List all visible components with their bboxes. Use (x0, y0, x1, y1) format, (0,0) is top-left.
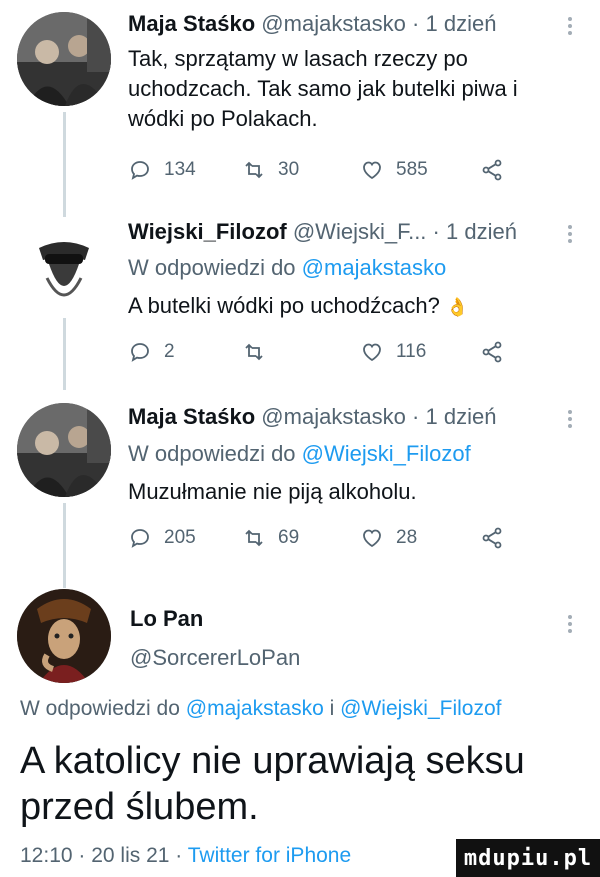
retweet-icon (245, 343, 263, 361)
separator: · (432, 219, 446, 244)
thread-line (63, 503, 66, 588)
more-icon[interactable] (568, 222, 574, 246)
tweet-client[interactable]: Twitter for iPhone (188, 844, 351, 867)
heart-icon (363, 161, 381, 180)
reply-icon (131, 343, 149, 362)
avatar[interactable] (17, 403, 111, 497)
tweet-metadata: 12:10 · 20 lis 21 · Twitter for iPhone (20, 844, 352, 867)
share-button[interactable] (480, 337, 504, 367)
reply-count: 205 (164, 527, 196, 548)
tweet-date[interactable]: 20 lis 21 (91, 844, 169, 867)
retweet-count: 30 (278, 159, 300, 180)
tweet-time[interactable]: 1 dzień (446, 219, 517, 244)
reply-prefix: W odpowiedzi do (128, 441, 296, 466)
like-count: 585 (396, 159, 428, 180)
tweet-text: Muzułmanie nie piją alkoholu. (128, 479, 417, 504)
more-icon[interactable] (568, 407, 574, 431)
main-tweet-text: A katolicy nie uprawiają seksu przed ślu… (20, 740, 525, 828)
reply-conjunction: i (329, 697, 335, 720)
author-name[interactable]: Maja Staśko (128, 404, 255, 429)
tweet-actions: 2 116 (128, 337, 528, 367)
avatar[interactable] (17, 589, 111, 683)
author-handle[interactable]: @SorcererLoPan (130, 645, 300, 671)
tweet-header: Wiejski_Filozof @Wiejski_F... · 1 dzień (128, 218, 580, 246)
share-button[interactable] (480, 155, 504, 185)
retweet-button[interactable]: 69 (242, 523, 299, 553)
tweet-text: A butelki wódki po uchodźcach? 👌 (128, 291, 574, 322)
more-icon[interactable] (568, 14, 574, 38)
retweet-icon (245, 161, 263, 179)
retweet-button[interactable] (242, 337, 278, 367)
mention-link[interactable]: @majakstasko (186, 697, 324, 720)
tweet-time[interactable]: 1 dzień (425, 11, 496, 36)
reply-button[interactable]: 2 (128, 337, 175, 367)
reply-button[interactable]: 134 (128, 155, 196, 185)
ok-hand-emoji: 👌 (446, 297, 469, 317)
author-name[interactable]: Wiejski_Filozof (128, 219, 287, 244)
thread-line (63, 112, 66, 217)
share-icon (482, 159, 502, 181)
more-icon[interactable] (568, 612, 574, 636)
reply-button[interactable]: 205 (128, 523, 196, 553)
heart-icon (363, 343, 381, 362)
retweet-count: 69 (278, 527, 300, 548)
author-handle[interactable]: @majakstasko (261, 11, 406, 36)
tweet-actions: 134 30 585 (128, 155, 528, 185)
author-name[interactable]: Lo Pan (130, 606, 203, 632)
retweet-button[interactable]: 30 (242, 155, 299, 185)
reply-icon (131, 529, 149, 548)
avatar[interactable] (17, 12, 111, 106)
reply-context: W odpowiedzi do @majakstasko (128, 254, 446, 282)
reply-icon (131, 161, 149, 180)
avatar[interactable] (17, 218, 111, 312)
share-button[interactable] (480, 523, 504, 553)
heart-icon (363, 529, 381, 548)
tweet-header: Maja Staśko @majakstasko · 1 dzień (128, 403, 580, 431)
tweet-time[interactable]: 1 dzień (425, 404, 496, 429)
like-button[interactable]: 116 (360, 337, 426, 367)
like-button[interactable]: 585 (360, 155, 428, 185)
share-icon (482, 527, 502, 549)
reply-count: 134 (164, 159, 196, 180)
separator: · (412, 404, 426, 429)
author-name[interactable]: Maja Staśko (128, 11, 255, 36)
watermark-logo: mdupiu.pl (456, 839, 600, 877)
like-count: 28 (396, 527, 418, 548)
reply-context: W odpowiedzi do @majakstasko i @Wiejski_… (20, 697, 502, 721)
tweet-text: Tak, sprzątamy w lasach rzeczy po uchodz… (128, 46, 518, 131)
retweet-icon (245, 529, 263, 547)
reply-prefix: W odpowiedzi do (128, 255, 296, 280)
tweet-time[interactable]: 12:10 (20, 844, 73, 867)
reply-prefix: W odpowiedzi do (20, 697, 180, 720)
mention-link[interactable]: @Wiejski_Filozof (302, 441, 471, 466)
author-handle[interactable]: @majakstasko (261, 404, 406, 429)
mention-link[interactable]: @majakstasko (302, 255, 447, 280)
reply-count: 2 (164, 341, 175, 362)
tweet-text-content: A butelki wódki po uchodźcach? (128, 293, 440, 318)
like-count: 116 (396, 341, 427, 362)
separator: · (412, 11, 426, 36)
reply-context: W odpowiedzi do @Wiejski_Filozof (128, 440, 471, 468)
tweet-header: Maja Staśko @majakstasko · 1 dzień (128, 10, 580, 38)
share-icon (482, 341, 502, 363)
mention-link[interactable]: @Wiejski_Filozof (340, 697, 501, 720)
tweet-actions: 205 69 28 (128, 523, 528, 553)
author-handle[interactable]: @Wiejski_F... (293, 219, 427, 244)
like-button[interactable]: 28 (360, 523, 417, 553)
thread-line (63, 318, 66, 390)
